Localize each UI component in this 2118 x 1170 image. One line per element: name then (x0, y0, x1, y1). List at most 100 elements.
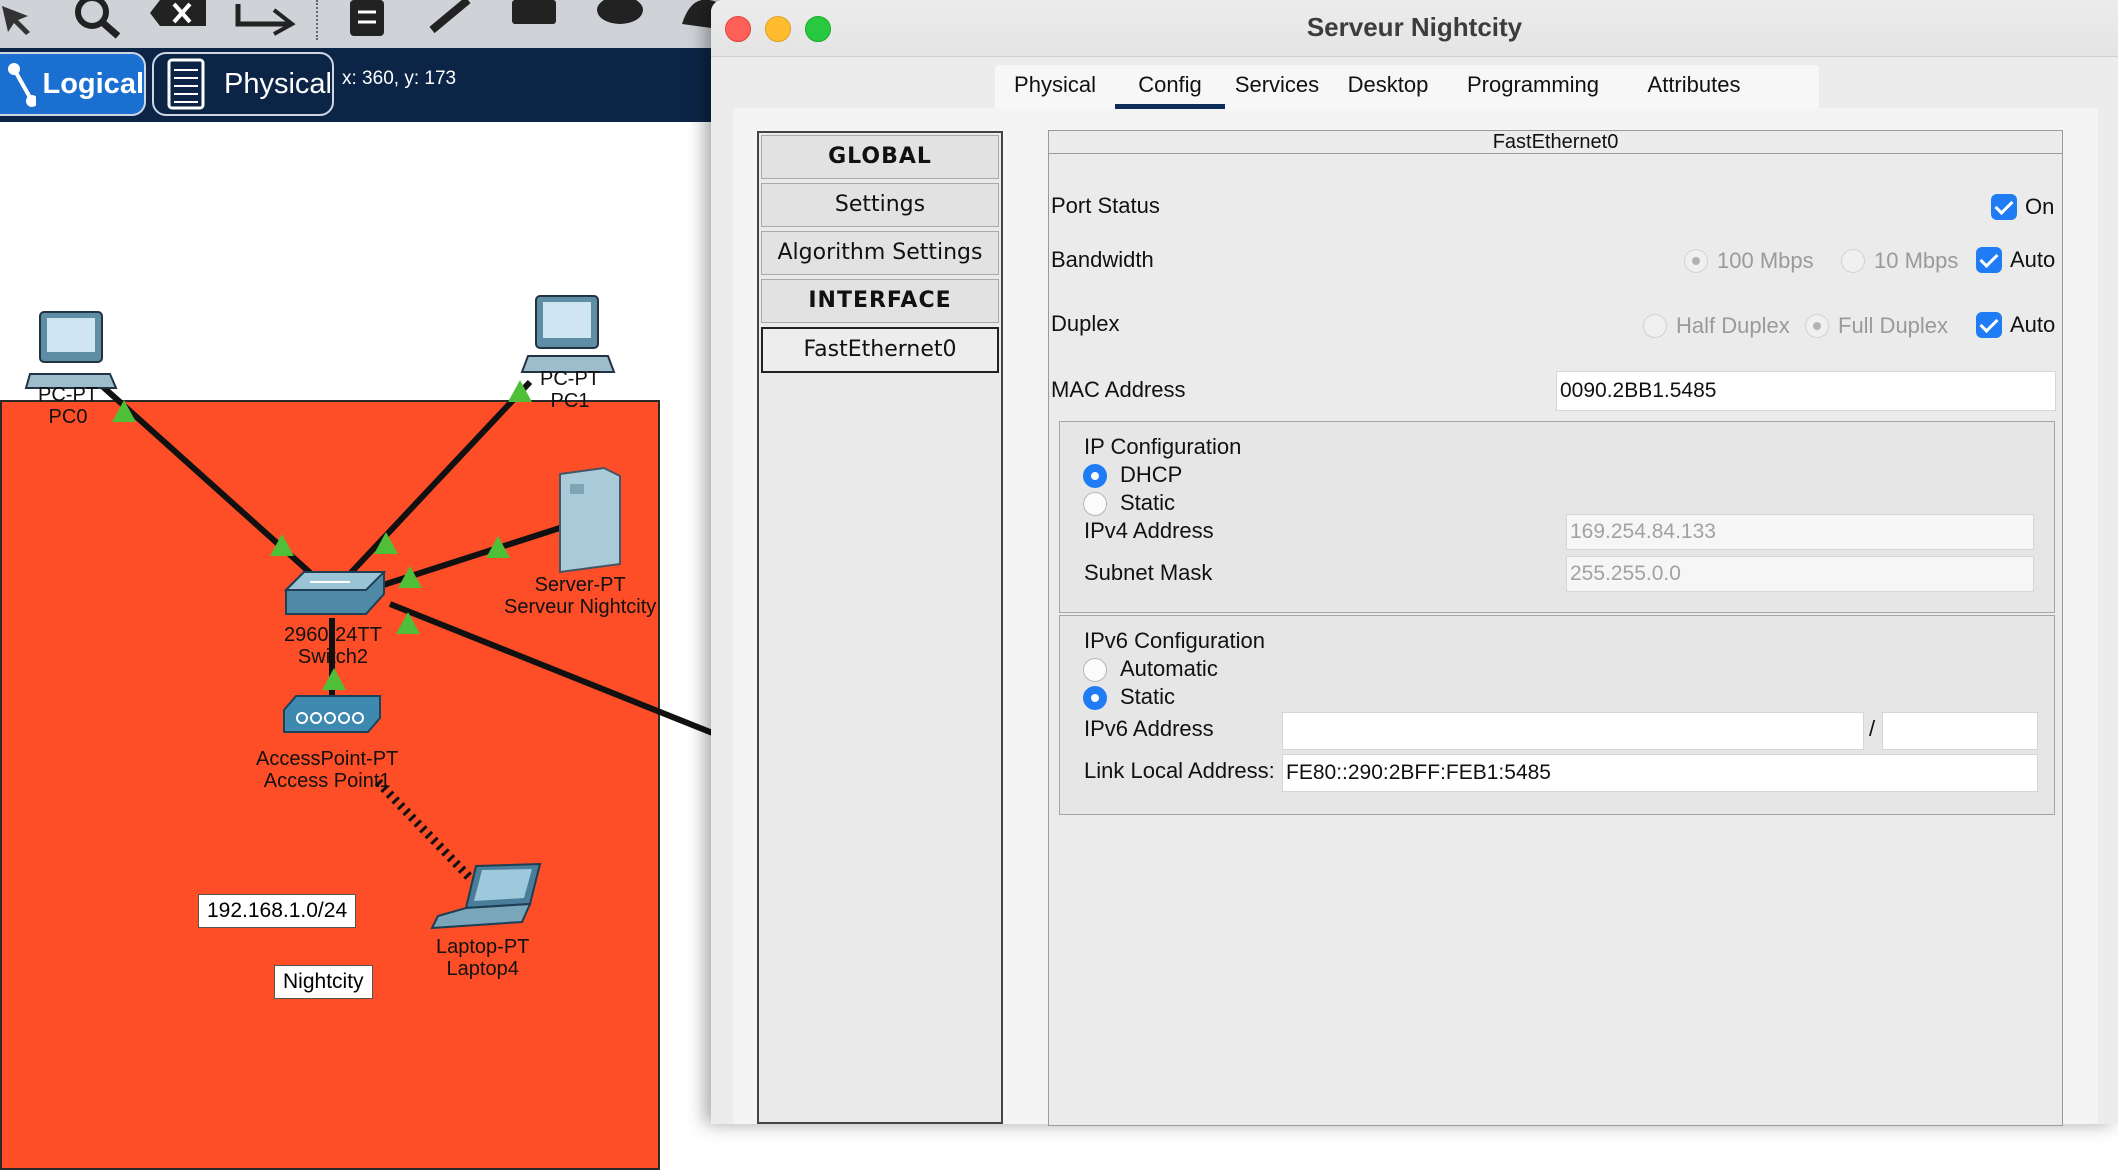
pc0-device-icon (24, 311, 118, 389)
bandwidth-auto-label: Auto (2010, 247, 2056, 272)
server-type: Server-PT (534, 574, 626, 596)
rectangle-icon[interactable] (508, 0, 560, 48)
pc0-type: PC-PT (38, 384, 98, 406)
sidebar-item-fastethernet0[interactable]: FastEthernet0 (761, 327, 999, 373)
ipv6-address-label: IPv6 Address (1084, 716, 1214, 741)
link-local-address-field[interactable]: FE80::290:2BFF:FEB1:5485 (1282, 754, 2038, 792)
window-titlebar[interactable]: Serveur Nightcity (711, 0, 2118, 57)
access-point-name: Access Point1 (263, 770, 391, 792)
ipv4-address-label: IPv4 Address (1084, 518, 1214, 543)
physical-view-label: Physical (224, 67, 332, 100)
wireless-link-laptop (374, 778, 474, 882)
workspace-view-bar: Logical Physical x: 360, y: 173 (0, 48, 730, 122)
pc1-name: PC1 (550, 390, 590, 412)
select-arrow-icon[interactable] (0, 0, 46, 48)
pc0-label: PC-PT PC0 (38, 384, 98, 428)
laptop-device-icon (430, 862, 542, 930)
switch-type: 2960-24TT (284, 624, 382, 646)
automatic-ipv6-radio[interactable] (1083, 658, 1107, 682)
half-duplex-radio[interactable] (1643, 314, 1667, 338)
pc0-name: PC0 (48, 406, 88, 428)
cursor-coordinates: x: 360, y: 173 (342, 68, 457, 89)
port-status-checkbox[interactable] (1991, 194, 2017, 220)
ipv4-address-field[interactable]: 169.254.84.133 (1566, 514, 2034, 550)
ip-configuration-group: IP Configuration DHCP Static IPv4 Addres… (1059, 421, 2055, 613)
link-local-address-label: Link Local Address: (1084, 758, 1275, 783)
bandwidth-label: Bandwidth (1051, 247, 1154, 272)
port-status-on-label: On (2025, 194, 2055, 219)
logical-view-button[interactable]: Logical (0, 52, 146, 116)
ellipse-icon[interactable] (594, 0, 646, 48)
bandwidth-10mbps-radio[interactable] (1841, 249, 1865, 273)
access-point-type: AccessPoint-PT (256, 748, 399, 770)
ipv6-prefix-separator: / (1869, 716, 1876, 741)
bandwidth-100mbps-label: 100 Mbps (1717, 248, 1814, 273)
tab-desktop[interactable]: Desktop (1329, 65, 1447, 109)
interface-header: FastEthernet0 (1049, 131, 2062, 154)
device-tabs: Physical Config Services Desktop Program… (995, 65, 1819, 109)
cluster-name-note[interactable]: Nightcity (274, 965, 373, 999)
config-sidebar: GLOBAL Settings Algorithm Settings INTER… (757, 131, 1003, 1124)
static-ipv6-label: Static (1120, 684, 1176, 709)
static-ipv6-radio[interactable] (1083, 686, 1107, 710)
bandwidth-100mbps-radio[interactable] (1684, 249, 1708, 273)
tab-config[interactable]: Config (1115, 65, 1225, 109)
mac-address-field[interactable]: 0090.2BB1.5485 (1556, 371, 2056, 411)
static-ipv4-radio[interactable] (1083, 492, 1107, 516)
access-point-device-icon (283, 695, 381, 733)
link-switch-external (388, 601, 730, 743)
logical-topology-icon (8, 63, 37, 107)
tab-physical[interactable]: Physical (995, 65, 1115, 109)
laptop-label: Laptop-PT Laptop4 (436, 936, 529, 980)
tab-services[interactable]: Services (1225, 65, 1329, 109)
ipv6-prefix-field[interactable] (1882, 712, 2038, 750)
link-up-indicator (322, 668, 346, 690)
laptop-name: Laptop4 (446, 958, 519, 980)
bandwidth-10mbps-label: 10 Mbps (1874, 248, 1959, 273)
server-device-icon (559, 466, 621, 574)
magnifier-icon[interactable] (66, 0, 126, 48)
access-point-label: AccessPoint-PT Access Point1 (256, 748, 398, 792)
interface-config-panel: FastEthernet0 Port Status On Bandwidth 1… (1048, 130, 2063, 1126)
device-config-window: Serveur Nightcity Physical Config Servic… (711, 0, 2118, 1126)
ipv6-configuration-title: IPv6 Configuration (1084, 628, 1265, 653)
ipv6-configuration-group: IPv6 Configuration Automatic Static IPv6… (1059, 615, 2055, 815)
dhcp-label: DHCP (1120, 462, 1183, 487)
dhcp-radio[interactable] (1083, 464, 1107, 488)
pc1-device-icon (520, 295, 616, 373)
full-duplex-label: Full Duplex (1838, 313, 1949, 338)
subnet-mask-label: Subnet Mask (1084, 560, 1213, 585)
server-label: Server-PT Serveur Nightcity (504, 574, 656, 618)
switch-label: 2960-24TT Switch2 (284, 624, 382, 668)
automatic-ipv6-label: Automatic (1120, 656, 1218, 681)
note-icon[interactable] (346, 0, 390, 48)
tab-attributes[interactable]: Attributes (1619, 65, 1769, 109)
subnet-mask-field[interactable]: 255.255.0.0 (1566, 556, 2034, 592)
pencil-icon[interactable] (426, 0, 480, 48)
duplex-auto-label: Auto (2010, 312, 2056, 337)
port-status-label: Port Status (1051, 193, 1160, 218)
ipv6-address-field[interactable] (1282, 712, 1864, 750)
delete-icon[interactable] (150, 0, 210, 48)
sidebar-item-settings[interactable]: Settings (761, 183, 999, 227)
full-duplex-radio[interactable] (1805, 314, 1829, 338)
resize-icon[interactable] (234, 0, 296, 48)
main-toolbar (0, 0, 730, 48)
sidebar-header-interface: INTERFACE (761, 279, 999, 323)
bandwidth-auto-checkbox[interactable] (1976, 247, 2002, 273)
logical-workspace[interactable]: PC-PT PC0 PC-PT PC1 Server-PT Serveur Night… (0, 122, 730, 1170)
half-duplex-label: Half Duplex (1676, 313, 1790, 338)
mac-address-label: MAC Address (1051, 377, 1186, 402)
pc1-label: PC-PT PC1 (540, 368, 600, 412)
sidebar-item-algorithm-settings[interactable]: Algorithm Settings (761, 231, 999, 275)
duplex-auto-checkbox[interactable] (1976, 312, 2002, 338)
tab-programming[interactable]: Programming (1447, 65, 1619, 109)
physical-view-button[interactable]: Physical (152, 52, 334, 116)
network-note[interactable]: 192.168.1.0/24 (198, 894, 357, 928)
pc1-type: PC-PT (540, 368, 600, 390)
duplex-label: Duplex (1051, 311, 1120, 336)
ip-configuration-title: IP Configuration (1084, 434, 1242, 459)
static-ipv4-label: Static (1120, 490, 1176, 515)
toolbar-divider (316, 0, 318, 40)
switch-device-icon (283, 571, 387, 615)
